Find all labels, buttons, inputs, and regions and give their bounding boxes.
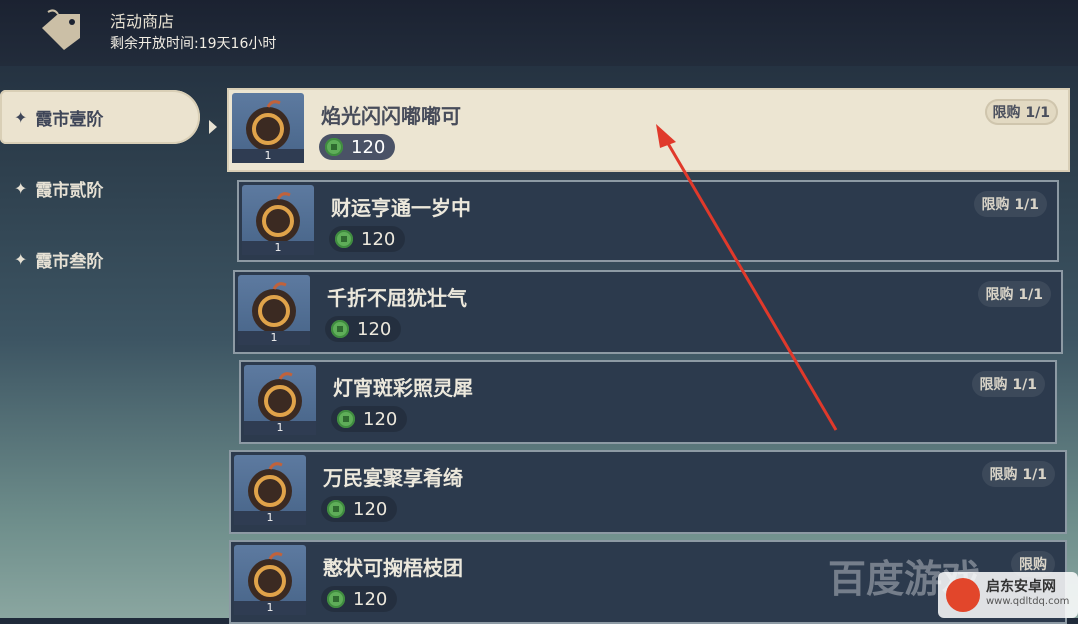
shop-header: 活动商店 剩余开放时间:19天16小时 — [0, 0, 1078, 66]
remaining-time: 剩余开放时间:19天16小时 — [110, 36, 277, 52]
site-watermark: 启东安卓网 www.qdltdq.com — [938, 572, 1078, 618]
ornament-icon — [256, 192, 300, 243]
ornament-icon — [248, 462, 292, 513]
site-logo-icon — [946, 578, 980, 612]
shop-item-row[interactable]: 1 焰光闪闪嘟嘟可 120 限购 1/1 — [227, 88, 1070, 172]
ornament-icon — [246, 100, 290, 151]
item-thumbnail: 1 — [242, 185, 314, 255]
shop-item-list: 1 焰光闪闪嘟嘟可 120 限购 1/1 1 财运亨通一岁中 120 限购 1/… — [225, 88, 1075, 624]
selection-pointer-icon — [209, 120, 217, 134]
sparkle-icon: ✦ — [14, 178, 28, 198]
item-name: 憨状可掬梧枝团 — [323, 556, 463, 580]
item-price: 120 — [331, 406, 408, 432]
coin-icon — [331, 320, 349, 338]
coin-icon — [327, 590, 345, 608]
ornament-icon — [258, 372, 302, 423]
purchase-limit-badge: 限购 1/1 — [971, 371, 1045, 397]
item-quantity: 1 — [238, 331, 310, 345]
sidebar-item-label: 霞市贰阶 — [35, 180, 104, 201]
coin-icon — [335, 230, 353, 248]
item-quantity: 1 — [244, 421, 316, 435]
site-url: www.qdltdq.com — [986, 596, 1070, 607]
purchase-limit-badge: 限购 1/1 — [977, 281, 1051, 307]
item-name: 财运亨通一岁中 — [331, 196, 471, 220]
sidebar-item-tier-2[interactable]: ✦ 霞市贰阶 — [0, 161, 220, 215]
item-name: 千折不屈犹壮气 — [327, 286, 467, 310]
sparkle-icon: ✦ — [14, 107, 28, 127]
coin-icon — [325, 138, 343, 156]
item-name: 万民宴聚享肴绮 — [323, 466, 463, 490]
sidebar-item-label: 霞市叁阶 — [35, 251, 104, 272]
shop-title: 活动商店 — [110, 12, 175, 31]
purchase-limit-badge: 限购 1/1 — [973, 191, 1047, 217]
shop-item-row[interactable]: 1 万民宴聚享肴绮 120 限购 1/1 — [229, 450, 1067, 534]
sidebar-item-label: 霞市壹阶 — [35, 109, 104, 130]
shop-item-row[interactable]: 1 财运亨通一岁中 120 限购 1/1 — [237, 180, 1059, 262]
sidebar-item-tier-1[interactable]: ✦ 霞市壹阶 — [0, 90, 200, 144]
item-price: 120 — [319, 134, 396, 160]
item-thumbnail: 1 — [234, 455, 306, 525]
item-thumbnail: 1 — [232, 93, 304, 163]
item-thumbnail: 1 — [234, 545, 306, 615]
item-quantity: 1 — [232, 149, 304, 163]
item-thumbnail: 1 — [244, 365, 316, 435]
shop-item-row[interactable]: 1 千折不屈犹壮气 120 限购 1/1 — [233, 270, 1063, 354]
item-name: 焰光闪闪嘟嘟可 — [321, 104, 461, 128]
coin-icon — [337, 410, 355, 428]
item-price: 120 — [325, 316, 402, 342]
item-price: 120 — [329, 226, 406, 252]
sidebar-item-tier-3[interactable]: ✦ 霞市叁阶 — [0, 232, 220, 286]
coin-icon — [327, 500, 345, 518]
site-name: 启东安卓网 — [986, 579, 1056, 595]
ornament-icon — [252, 282, 296, 333]
item-thumbnail: 1 — [238, 275, 310, 345]
purchase-limit-badge: 限购 1/1 — [981, 461, 1055, 487]
item-quantity: 1 — [234, 511, 306, 525]
item-name: 灯宵斑彩照灵犀 — [333, 376, 473, 400]
sparkle-icon: ✦ — [14, 249, 28, 269]
tier-sidebar: ✦ 霞市壹阶 ✦ 霞市贰阶 ✦ 霞市叁阶 — [0, 90, 220, 303]
item-price: 120 — [321, 586, 398, 612]
price-tag-icon — [42, 9, 80, 50]
shop-item-row[interactable]: 1 灯宵斑彩照灵犀 120 限购 1/1 — [239, 360, 1057, 444]
item-quantity: 1 — [234, 601, 306, 615]
ornament-icon — [248, 552, 292, 603]
item-price: 120 — [321, 496, 398, 522]
purchase-limit-badge: 限购 1/1 — [984, 99, 1058, 125]
item-quantity: 1 — [242, 241, 314, 255]
